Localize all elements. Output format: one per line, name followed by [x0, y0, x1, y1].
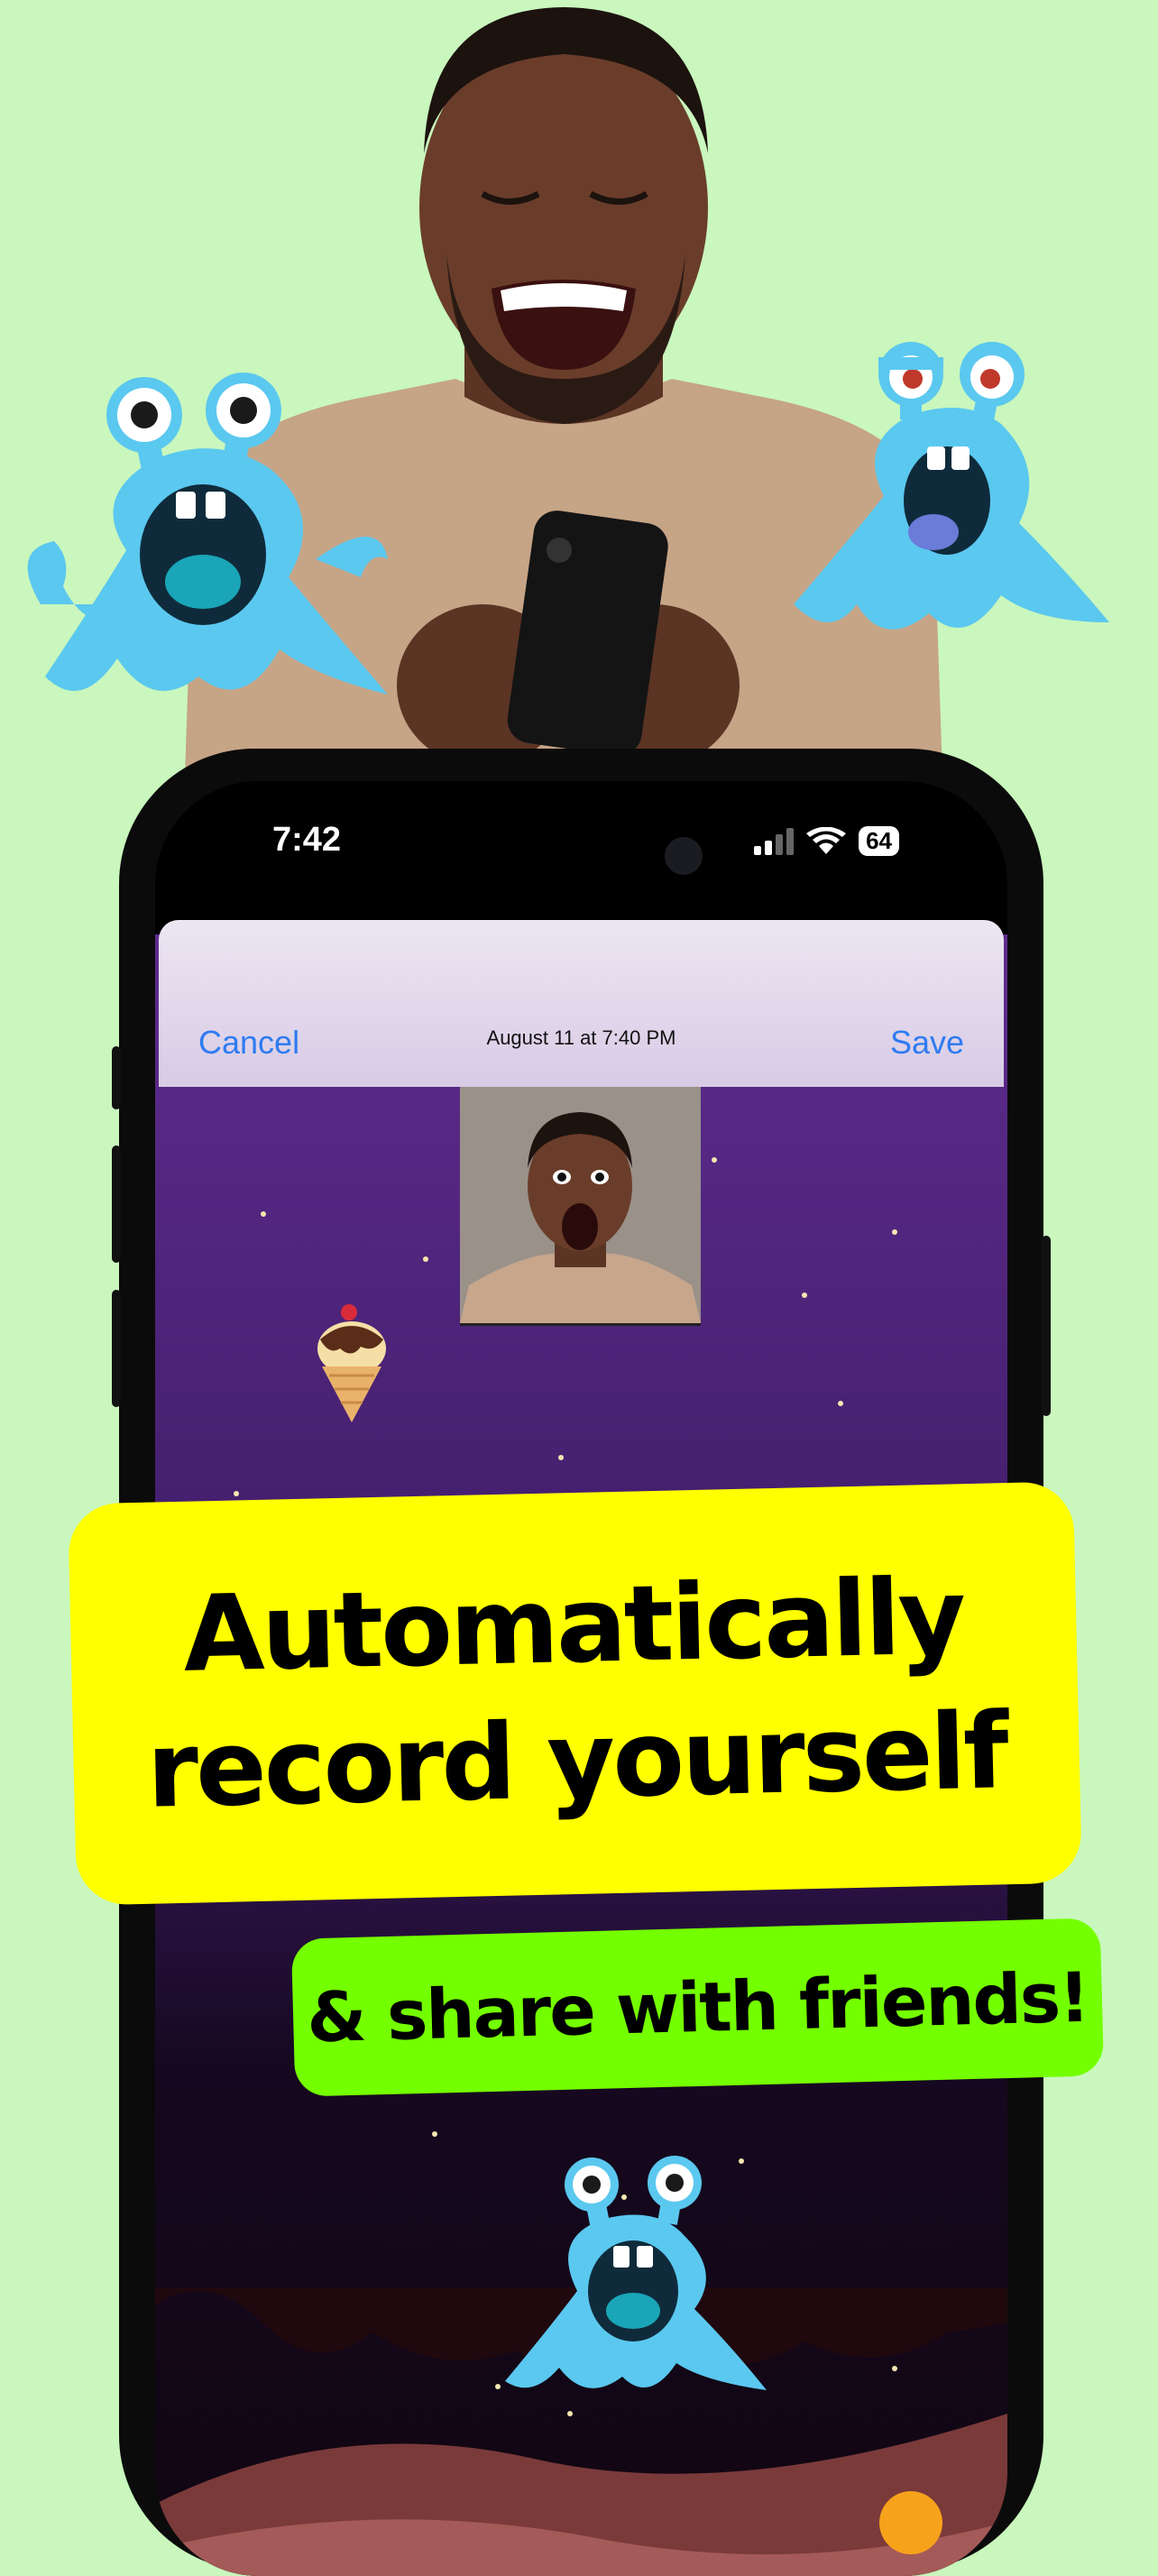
subheadline-banner: & share with friends!: [290, 1918, 1105, 2097]
front-camera: [665, 837, 703, 875]
ice-cream-icon: [317, 1304, 386, 1422]
coin-icon: [879, 2491, 942, 2554]
wifi-icon: [806, 826, 847, 854]
save-button[interactable]: Save: [890, 1024, 964, 1062]
battery-icon: 64: [859, 826, 899, 856]
selfie-preview: [460, 1087, 701, 1326]
player-alien-icon: [505, 2156, 767, 2390]
headline-banner: Automatically record yourself: [68, 1481, 1082, 1906]
headline-line-2: record yourself: [145, 1689, 1008, 1832]
mute-switch: [112, 1046, 121, 1109]
save-video-sheet: Cancel August 11 at 7:40 PM Save: [159, 920, 1004, 1087]
status-bar: 7:42 64: [155, 781, 1007, 916]
status-time: 7:42: [272, 821, 342, 859]
volume-up-button: [112, 1145, 121, 1263]
signal-icon: [754, 827, 795, 855]
alien-right-icon: [794, 342, 1109, 630]
volume-down-button: [112, 1290, 121, 1407]
headline-line-1: Automatically: [181, 1555, 965, 1696]
subheadline-text: & share with friends!: [306, 1956, 1089, 2058]
alien-left-icon: [27, 373, 388, 695]
recording-date: August 11 at 7:40 PM: [486, 1026, 676, 1049]
power-button: [1042, 1236, 1051, 1416]
